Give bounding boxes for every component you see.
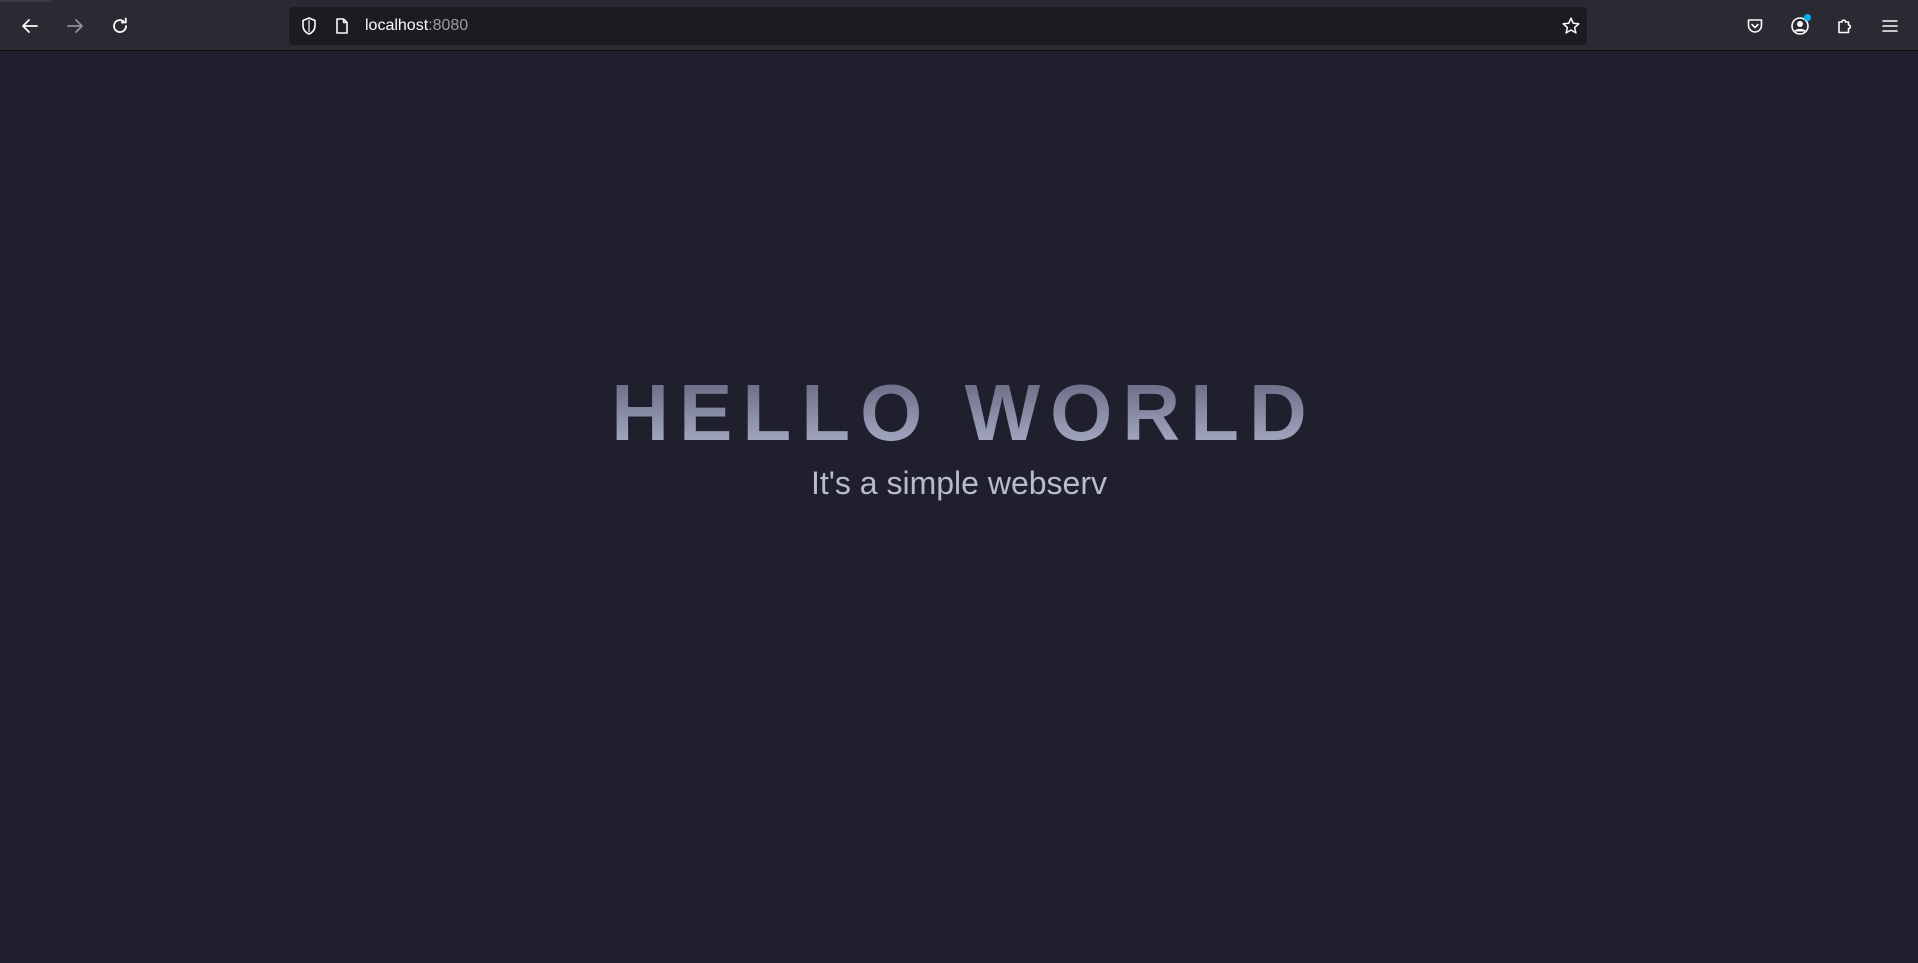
arrow-left-icon bbox=[22, 19, 38, 33]
hero-section: HELLO WORLD It's a simple webserv bbox=[0, 365, 1918, 503]
forward-button[interactable] bbox=[57, 8, 93, 44]
notification-dot bbox=[1804, 14, 1811, 21]
puzzle-icon bbox=[1838, 19, 1852, 34]
page-content bbox=[0, 51, 1918, 963]
arrow-right-icon bbox=[67, 19, 83, 33]
tab-indicator bbox=[0, 0, 52, 2]
pocket-icon bbox=[1747, 19, 1763, 33]
pocket-button[interactable] bbox=[1737, 8, 1773, 44]
url-port: :8080 bbox=[428, 17, 469, 34]
browser-toolbar: localhost:8080 bbox=[0, 0, 1918, 51]
url-host: localhost bbox=[365, 17, 429, 34]
page-title: HELLO WORLD bbox=[0, 365, 1918, 461]
page-icon[interactable] bbox=[332, 16, 352, 36]
menu-button[interactable] bbox=[1872, 8, 1908, 44]
page-subtitle: It's a simple webserv bbox=[811, 465, 1107, 501]
extensions-button[interactable] bbox=[1827, 8, 1863, 44]
shield-icon[interactable] bbox=[299, 16, 319, 36]
reload-button[interactable] bbox=[102, 8, 138, 44]
url-text[interactable]: localhost:8080 bbox=[365, 17, 468, 35]
account-button[interactable] bbox=[1782, 8, 1818, 44]
hamburger-menu-icon bbox=[1882, 20, 1898, 32]
back-button[interactable] bbox=[12, 8, 48, 44]
star-icon[interactable] bbox=[1561, 16, 1581, 36]
reload-icon bbox=[113, 17, 127, 33]
url-bar[interactable]: localhost:8080 bbox=[289, 7, 1587, 45]
